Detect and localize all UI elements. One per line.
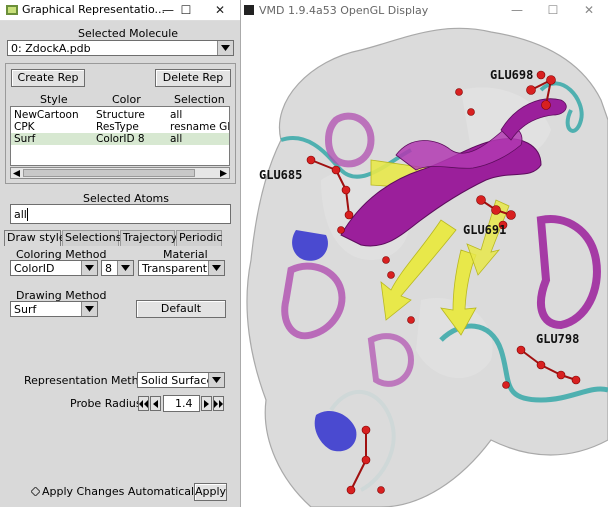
chevron-down-icon [81, 261, 97, 275]
coloring-method-value: ColorID [14, 262, 55, 275]
molecule-render-canvas[interactable]: GLU698 GLU685 GLU691 GLU798 [241, 20, 608, 507]
representations-table: NewCartoon Structure all CPK ResType res… [10, 106, 230, 166]
rep-style: CPK [14, 121, 35, 133]
create-rep-button[interactable]: Create Rep [11, 69, 85, 87]
scroll-left-icon[interactable] [13, 170, 20, 177]
chevron-down-icon [208, 261, 224, 275]
gl-title-bar: VMD 1.9.4a53 OpenGL Display — ☐ ✕ [241, 0, 608, 20]
graphical-representations-window: Graphical Representatio... — ☐ ✕ Selecte… [0, 0, 241, 507]
default-button[interactable]: Default [136, 300, 226, 318]
rep-color: ColorID 8 [96, 133, 145, 145]
apply-button[interactable]: Apply [194, 483, 227, 501]
table-row[interactable]: CPK ResType resname GLU [11, 121, 229, 133]
coloring-method-select[interactable]: ColorID [10, 260, 98, 276]
probe-radius-input[interactable]: 1.4 [163, 395, 200, 412]
probe-radius-value: 1.4 [175, 397, 193, 410]
rep-style: Surf [14, 133, 36, 145]
delete-rep-button[interactable]: Delete Rep [155, 69, 231, 87]
material-value: Transparent [142, 262, 208, 275]
maximize-button[interactable]: ☐ [172, 0, 200, 20]
close-button[interactable]: ✕ [206, 0, 234, 20]
rep-style: NewCartoon [14, 109, 79, 121]
rep-selection: all [170, 109, 183, 121]
column-header-selection: Selection [174, 93, 225, 106]
selected-molecule-label: Selected Molecule [78, 27, 179, 40]
scrollbar-thumb[interactable] [23, 169, 195, 177]
representation-method-label: Representation Method [24, 374, 153, 387]
tab-trajectory[interactable]: Trajectory [120, 230, 177, 246]
material-select[interactable]: Transparent [138, 260, 225, 276]
chevron-down-icon [117, 261, 133, 275]
column-header-color: Color [112, 93, 141, 106]
scroll-right-icon[interactable] [220, 170, 227, 177]
gl-close-button[interactable]: ✕ [575, 0, 603, 20]
gl-maximize-button[interactable]: ☐ [539, 0, 567, 20]
opengl-display-window: VMD 1.9.4a53 OpenGL Display — ☐ ✕ GLU698… [241, 0, 608, 507]
selected-atoms-text: all [14, 208, 27, 221]
probe-radius-label: Probe Radius [70, 397, 142, 410]
gl-minimize-button[interactable]: — [503, 0, 531, 20]
tab-draw-style[interactable]: Draw style [4, 230, 66, 246]
representation-method-value: Solid Surface [141, 374, 214, 387]
residue-label-glu685: GLU685 [259, 168, 303, 182]
rep-color: ResType [96, 121, 139, 133]
table-row-selected[interactable]: Surf ColorID 8 all [11, 133, 229, 145]
chevron-down-icon [81, 302, 97, 316]
drawing-method-value: Surf [14, 303, 37, 316]
apply-auto-label: Apply Changes Automatically [42, 485, 204, 498]
vmd-app-icon [6, 5, 18, 15]
molecule-select-value: 0: ZdockA.pdb [11, 42, 91, 55]
table-row[interactable]: NewCartoon Structure all [11, 109, 229, 121]
selected-atoms-input[interactable]: all [10, 204, 231, 224]
tab-selections[interactable]: Selections [62, 230, 121, 246]
table-horizontal-scrollbar[interactable] [10, 167, 230, 179]
text-cursor [27, 208, 28, 221]
window-title: Graphical Representatio... [22, 3, 166, 16]
tab-periodic[interactable]: Periodic [176, 230, 222, 246]
color-id-select[interactable]: 8 [101, 260, 134, 276]
residue-label-glu798: GLU798 [536, 332, 580, 346]
representation-method-select[interactable]: Solid Surface [137, 372, 225, 388]
residue-label-glu698: GLU698 [490, 68, 534, 82]
protein-rendering [246, 27, 608, 507]
rep-selection: resname GLU [170, 121, 229, 133]
probe-radius-decrease[interactable] [150, 396, 161, 411]
probe-radius-fast-decrease[interactable] [138, 396, 149, 411]
probe-radius-fast-increase[interactable] [213, 396, 224, 411]
vmd-display-icon [244, 5, 254, 15]
rep-color: Structure [96, 109, 145, 121]
gl-window-title: VMD 1.9.4a53 OpenGL Display [259, 4, 429, 17]
diamond-radio-icon [31, 487, 40, 496]
color-id-value: 8 [105, 262, 112, 275]
column-header-style: Style [40, 93, 68, 106]
drawing-method-select[interactable]: Surf [10, 301, 98, 317]
title-bar: Graphical Representatio... — ☐ ✕ [0, 0, 240, 21]
rep-selection: all [170, 133, 183, 145]
molecule-select[interactable]: 0: ZdockA.pdb [7, 40, 234, 56]
chevron-down-icon [208, 373, 224, 387]
chevron-down-icon [217, 41, 233, 55]
probe-radius-increase[interactable] [201, 396, 212, 411]
residue-label-glu691: GLU691 [463, 223, 507, 237]
